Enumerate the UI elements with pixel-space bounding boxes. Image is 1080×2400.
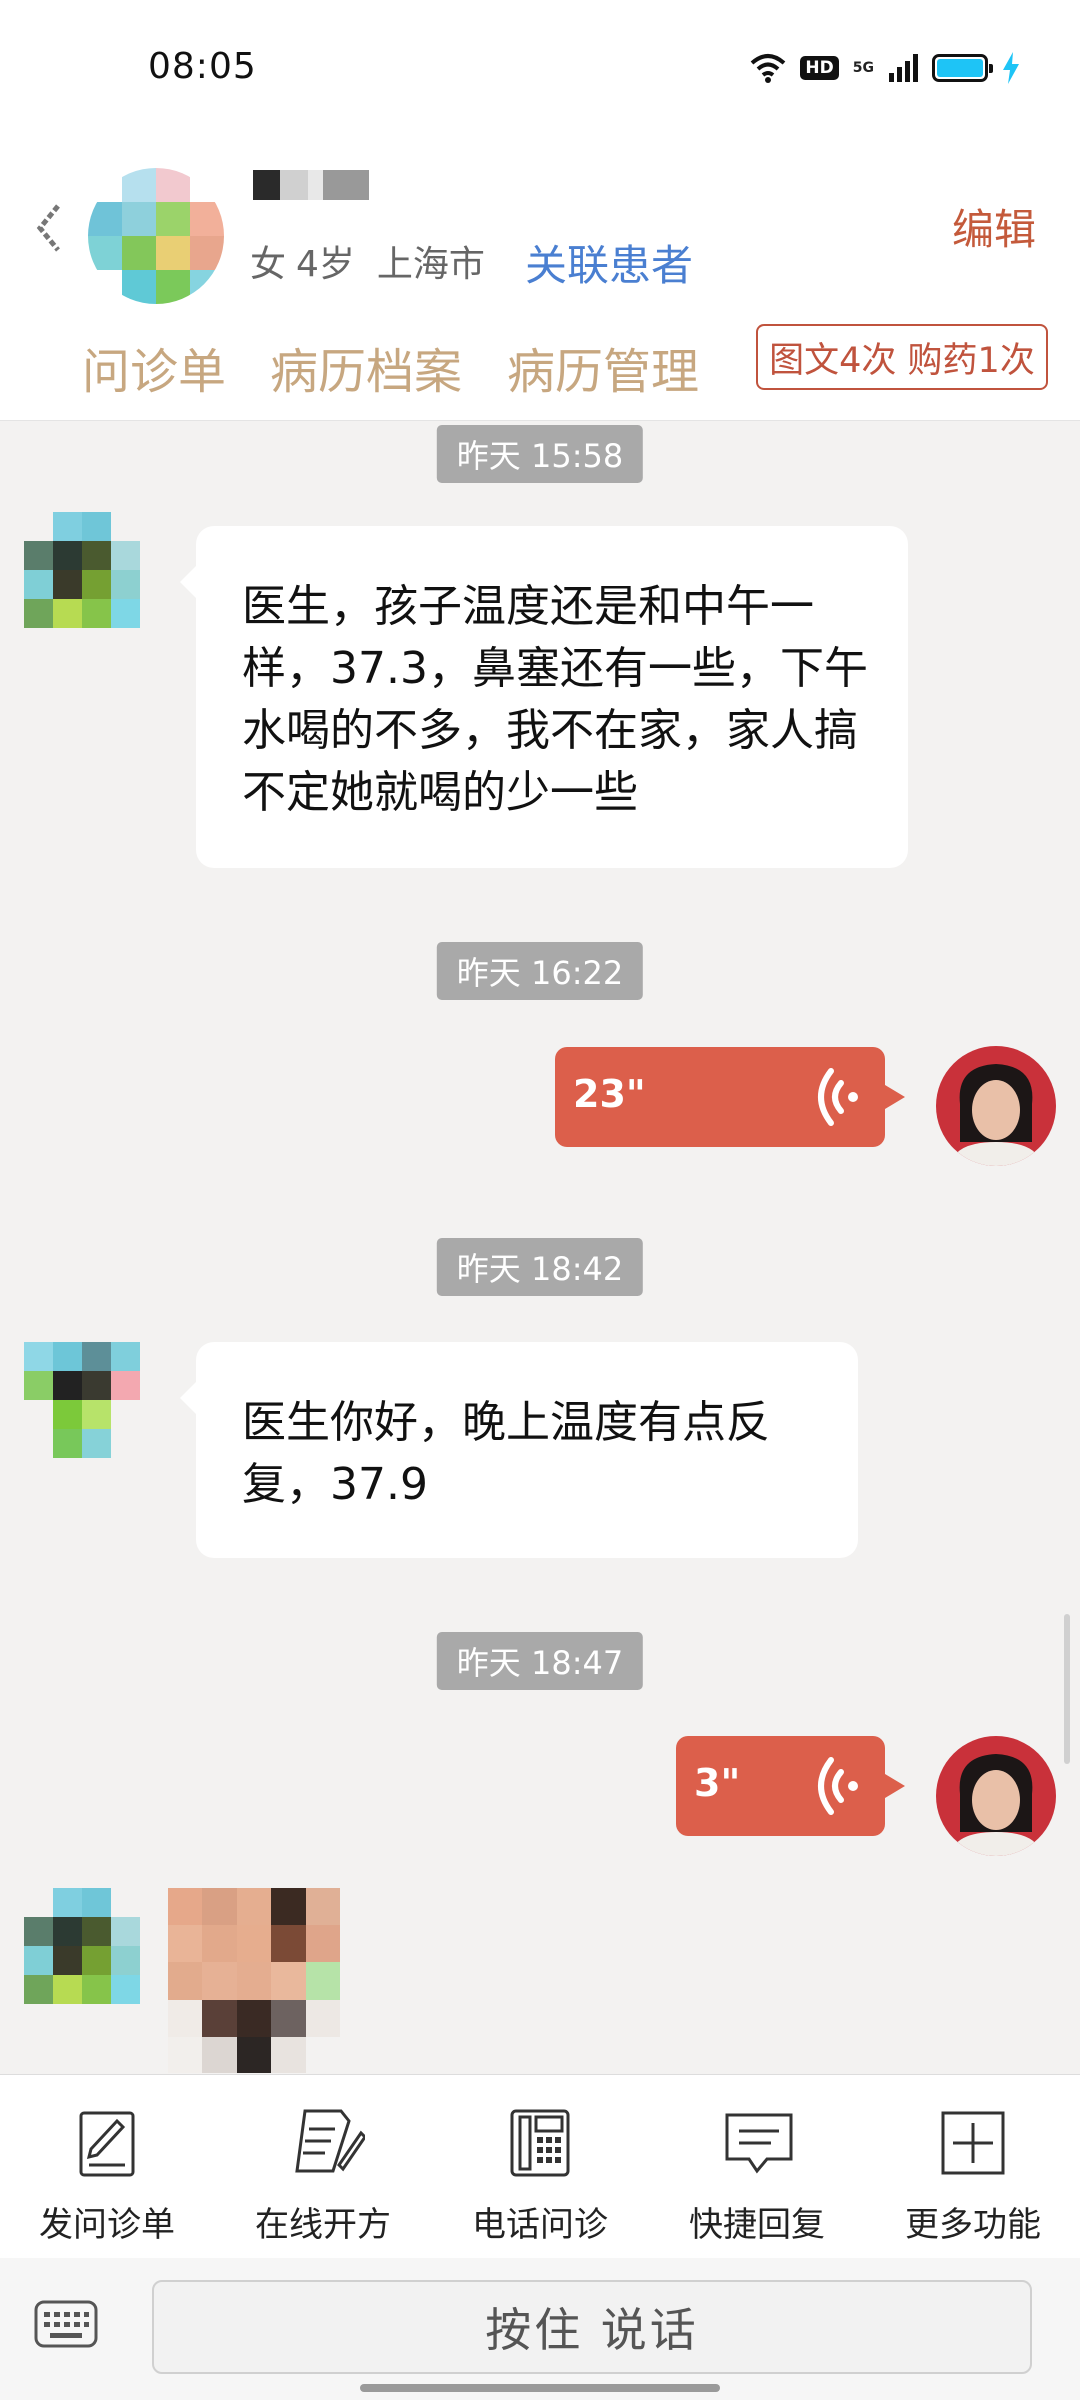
voice-duration: 23" [573,1072,646,1116]
toolbar-label: 更多功能 [905,2205,1041,2245]
home-indicator[interactable] [360,2384,720,2392]
patient-chat-avatar[interactable] [24,1342,140,1458]
link-patient-button[interactable]: 关联患者 [525,232,693,293]
timestamp: 昨天 16:22 [436,942,644,1000]
toolbar-label: 电话问诊 [472,2205,608,2245]
voice-wave-icon [818,1068,858,1126]
back-icon[interactable] [30,198,70,258]
network-type: 5G [852,60,874,76]
service-stats-badge[interactable]: 图文4次 购药1次 [756,324,1048,390]
chat-header: 女 4岁 上海市 关联患者 编辑 问诊单 病历档案 病历管理 图文4次 购药1次 [0,140,1080,421]
patient-message-bubble[interactable]: 医生，孩子温度还是和中午一样，37.3，鼻塞还有一些，下午水喝的不多，我不在家，… [180,526,908,868]
hold-to-talk-button[interactable]: 按住 说话 [152,2280,1032,2374]
prescription-icon [295,2109,365,2173]
toolbar-label: 在线开方 [255,2205,391,2245]
doctor-avatar[interactable] [936,1736,1056,1856]
send-consult-form-button[interactable]: 发问诊单 [17,2075,197,2259]
signal-icon [889,54,918,82]
voice-message-bubble[interactable]: 3" [676,1736,905,1836]
status-bar: 08:05 HD 5G [0,0,1080,140]
more-functions-button[interactable]: 更多功能 [883,2075,1063,2259]
quick-reply-icon [725,2113,793,2174]
toolbar-label: 快捷回复 [689,2205,825,2245]
hd-badge: HD [800,56,839,80]
tab-records-management[interactable]: 病历管理 [507,332,699,402]
patient-message-bubble[interactable]: 医生你好，晚上温度有点反复，37.9 [180,1342,858,1558]
chat-area[interactable]: 昨天 15:58 医生，孩子温度还是和中午一样，37.3，鼻塞还有一些，下午水喝… [0,421,1080,2073]
battery-icon [932,54,993,82]
patient-city: 上海市 [376,244,485,285]
patient-chat-avatar[interactable] [24,512,140,628]
patient-chat-avatar[interactable] [24,1888,140,2004]
function-toolbar: 发问诊单 在线开方 电话问诊 快捷回复 更多功能 [0,2074,1080,2260]
wifi-icon [751,54,786,83]
patient-gender: 女 [250,244,287,285]
message-text: 医生你好，晚上温度有点反复，37.9 [242,1397,770,1510]
patient-avatar[interactable] [88,168,224,304]
status-icons: HD 5G [750,52,1020,84]
quick-reply-button[interactable]: 快捷回复 [667,2075,847,2259]
phone-consult-button[interactable]: 电话问诊 [450,2075,630,2259]
scroll-indicator[interactable] [1064,1614,1070,1764]
charging-icon [1003,52,1019,84]
form-edit-icon [79,2111,135,2177]
keyboard-icon[interactable] [34,2300,98,2348]
online-prescription-button[interactable]: 在线开方 [233,2075,413,2259]
status-time: 08:05 [148,46,257,87]
plus-box-icon [941,2111,1005,2175]
voice-duration: 3" [694,1761,741,1805]
message-text: 医生，孩子温度还是和中午一样，37.3，鼻塞还有一些，下午水喝的不多，我不在家，… [242,581,868,818]
doctor-avatar[interactable] [936,1046,1056,1166]
patient-name-redacted [253,170,369,200]
toolbar-label: 发问诊单 [39,2205,175,2245]
image-message[interactable] [168,1888,340,2073]
timestamp: 昨天 15:58 [436,425,644,483]
edit-button[interactable]: 编辑 [952,196,1036,257]
tab-medical-records[interactable]: 病历档案 [270,332,462,402]
patient-info: 女 4岁 上海市 [250,235,507,287]
timestamp: 昨天 18:47 [436,1632,644,1690]
message-list: 昨天 15:58 医生，孩子温度还是和中午一样，37.3，鼻塞还有一些，下午水喝… [0,421,1080,2073]
voice-wave-icon [818,1757,858,1815]
timestamp: 昨天 18:42 [436,1238,644,1296]
battery-level [937,59,983,77]
voice-message-bubble[interactable]: 23" [555,1047,905,1147]
phone-icon [510,2109,570,2177]
patient-age: 4岁 [296,244,355,285]
tab-consult-form[interactable]: 问诊单 [82,332,226,402]
input-bar: 按住 说话 [0,2258,1080,2400]
